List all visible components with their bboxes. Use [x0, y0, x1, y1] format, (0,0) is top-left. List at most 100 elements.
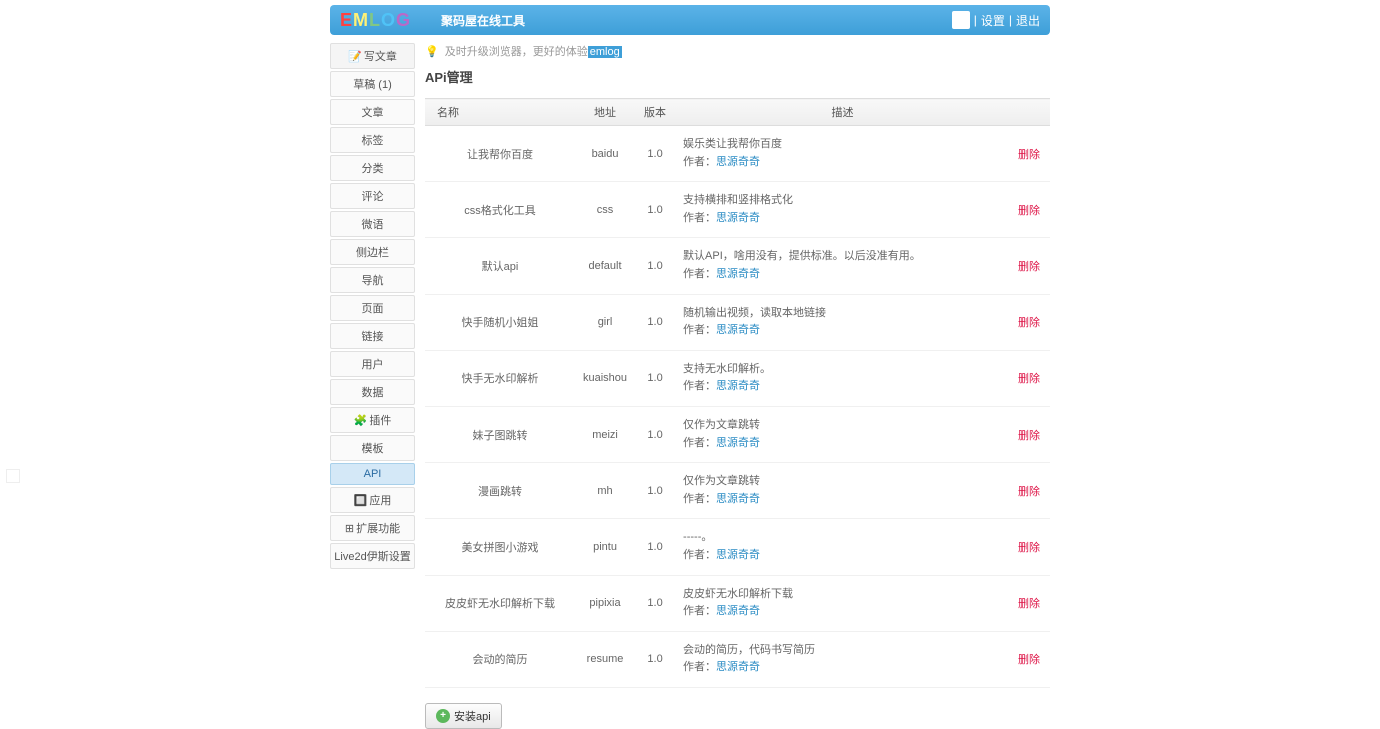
cell-ver: 1.0 [635, 519, 675, 575]
cell-ver: 1.0 [635, 294, 675, 350]
cell-desc: 会动的简历，代码书写简历作者：思源奇奇 [675, 631, 1010, 687]
cell-name: 快手随机小姐姐 [425, 294, 575, 350]
sidebar-item-label: 插件 [369, 415, 391, 427]
table-row: 妹子图跳转meizi1.0仅作为文章跳转作者：思源奇奇删除 [425, 406, 1050, 462]
author-link[interactable]: 思源奇奇 [716, 212, 760, 224]
cell-op: 删除 [1010, 519, 1050, 575]
sidebar-item-label: 评论 [362, 191, 384, 203]
cell-desc: 支持无水印解析。作者：思源奇奇 [675, 350, 1010, 406]
sidebar-item-label: 数据 [362, 387, 384, 399]
author-link[interactable]: 思源奇奇 [716, 156, 760, 168]
sidebar-item-17[interactable]: ⊞扩展功能 [330, 515, 415, 541]
install-api-button[interactable]: + 安装api [425, 703, 502, 729]
sidebar: 📝写文章草稿 (1) 文章标签分类评论微语侧边栏导航页面链接用户数据 🧩插件模板AP… [330, 43, 415, 571]
cell-name: 快手无水印解析 [425, 350, 575, 406]
api-table: 名称 地址 版本 描述 让我帮你百度baidu1.0娱乐类让我帮你百度作者：思源… [425, 98, 1050, 688]
sidebar-item-5[interactable]: 评论 [330, 183, 415, 209]
delete-link[interactable]: 删除 [1018, 261, 1040, 273]
cell-ver: 1.0 [635, 631, 675, 687]
cell-op: 删除 [1010, 631, 1050, 687]
sidebar-item-label: 草稿 (1) [353, 79, 392, 91]
sidebar-icon: 📝 [348, 51, 362, 63]
cell-ver: 1.0 [635, 463, 675, 519]
sidebar-item-11[interactable]: 用户 [330, 351, 415, 377]
sidebar-item-18[interactable]: Live2d伊斯设置 [330, 543, 415, 569]
cell-name: 皮皮虾无水印解析下载 [425, 575, 575, 631]
sidebar-item-10[interactable]: 链接 [330, 323, 415, 349]
bulb-icon: 💡 [425, 46, 439, 58]
sidebar-item-6[interactable]: 微语 [330, 211, 415, 237]
logout-link[interactable]: 退出 [1016, 12, 1040, 29]
col-addr: 地址 [575, 99, 635, 126]
sidebar-item-label: 微语 [362, 219, 384, 231]
sidebar-item-8[interactable]: 导航 [330, 267, 415, 293]
author-link[interactable]: 思源奇奇 [716, 380, 760, 392]
delete-link[interactable]: 删除 [1018, 149, 1040, 161]
site-title: 聚码屋在线工具 [441, 12, 525, 29]
cell-ver: 1.0 [635, 406, 675, 462]
emlog-link[interactable]: emlog [588, 46, 622, 58]
sidebar-item-label: 写文章 [364, 51, 397, 63]
sidebar-item-12[interactable]: 数据 [330, 379, 415, 405]
cell-addr: girl [575, 294, 635, 350]
col-ver: 版本 [635, 99, 675, 126]
col-name: 名称 [425, 99, 575, 126]
delete-link[interactable]: 删除 [1018, 486, 1040, 498]
author-link[interactable]: 思源奇奇 [716, 324, 760, 336]
cell-name: 妹子图跳转 [425, 406, 575, 462]
sidebar-item-9[interactable]: 页面 [330, 295, 415, 321]
sidebar-item-14[interactable]: 模板 [330, 435, 415, 461]
author-link[interactable]: 思源奇奇 [716, 268, 760, 280]
cell-ver: 1.0 [635, 126, 675, 182]
cell-ver: 1.0 [635, 182, 675, 238]
sidebar-item-label: Live2d伊斯设置 [334, 551, 410, 563]
settings-link[interactable]: 设置 [981, 12, 1005, 29]
sidebar-item-2[interactable]: 文章 [330, 99, 415, 125]
sidebar-item-0[interactable]: 📝写文章 [330, 43, 415, 69]
table-row: css格式化工具css1.0支持横排和竖排格式化作者：思源奇奇删除 [425, 182, 1050, 238]
avatar-icon[interactable] [952, 11, 970, 29]
delete-link[interactable]: 删除 [1018, 317, 1040, 329]
sidebar-item-15[interactable]: API [330, 463, 415, 485]
cell-addr: pipixia [575, 575, 635, 631]
sidebar-item-7[interactable]: 侧边栏 [330, 239, 415, 265]
cell-desc: 随机输出视频，读取本地链接作者：思源奇奇 [675, 294, 1010, 350]
sidebar-item-16[interactable]: 🔲应用 [330, 487, 415, 513]
delete-link[interactable]: 删除 [1018, 205, 1040, 217]
cell-name: css格式化工具 [425, 182, 575, 238]
sidebar-item-label: 用户 [362, 359, 384, 371]
cell-op: 删除 [1010, 350, 1050, 406]
sidebar-item-label: 链接 [362, 331, 384, 343]
delete-link[interactable]: 删除 [1018, 654, 1040, 666]
author-link[interactable]: 思源奇奇 [716, 437, 760, 449]
table-row: 皮皮虾无水印解析下载pipixia1.0皮皮虾无水印解析下载作者：思源奇奇删除 [425, 575, 1050, 631]
delete-link[interactable]: 删除 [1018, 542, 1040, 554]
main-content: 💡 及时升级浏览器，更好的体验emlog APi管理 名称 地址 版本 描述 让… [425, 43, 1050, 729]
author-link[interactable]: 思源奇奇 [716, 549, 760, 561]
tiny-box [6, 469, 20, 483]
sidebar-item-1[interactable]: 草稿 (1) [330, 71, 415, 97]
sidebar-icon: 🔲 [354, 495, 368, 507]
author-link[interactable]: 思源奇奇 [716, 605, 760, 617]
cell-name: 美女拼图小游戏 [425, 519, 575, 575]
cell-addr: default [575, 238, 635, 294]
sidebar-item-label: 侧边栏 [356, 247, 389, 259]
author-link[interactable]: 思源奇奇 [716, 493, 760, 505]
sidebar-item-label: 扩展功能 [356, 523, 400, 535]
cell-desc: -----。作者：思源奇奇 [675, 519, 1010, 575]
cell-addr: kuaishou [575, 350, 635, 406]
cell-desc: 支持横排和竖排格式化作者：思源奇奇 [675, 182, 1010, 238]
table-row: 快手随机小姐姐girl1.0随机输出视频，读取本地链接作者：思源奇奇删除 [425, 294, 1050, 350]
cell-name: 默认api [425, 238, 575, 294]
sidebar-item-3[interactable]: 标签 [330, 127, 415, 153]
table-row: 美女拼图小游戏pintu1.0-----。作者：思源奇奇删除 [425, 519, 1050, 575]
delete-link[interactable]: 删除 [1018, 373, 1040, 385]
sidebar-item-label: 页面 [362, 303, 384, 315]
author-link[interactable]: 思源奇奇 [716, 661, 760, 673]
delete-link[interactable]: 删除 [1018, 430, 1040, 442]
sidebar-item-4[interactable]: 分类 [330, 155, 415, 181]
sidebar-item-13[interactable]: 🧩插件 [330, 407, 415, 433]
upgrade-tip: 💡 及时升级浏览器，更好的体验emlog [425, 43, 1050, 59]
sidebar-item-label: 标签 [362, 135, 384, 147]
delete-link[interactable]: 删除 [1018, 598, 1040, 610]
